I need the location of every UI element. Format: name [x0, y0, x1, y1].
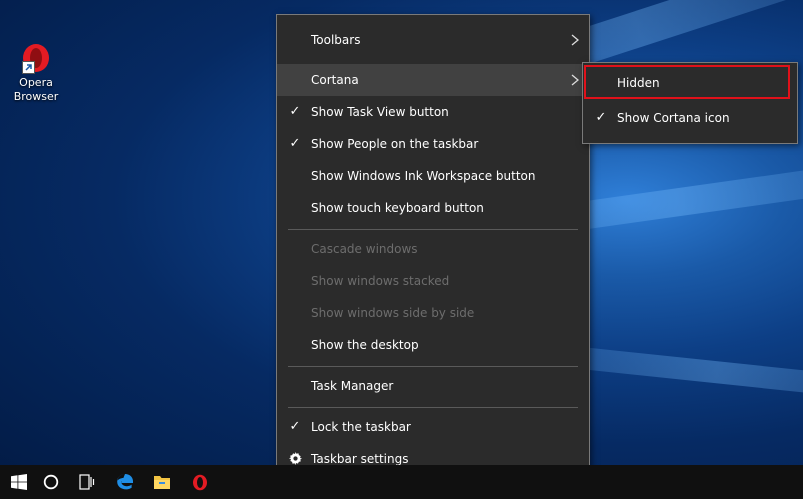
- highlight-box: [584, 65, 790, 99]
- checkmark-icon: ✓: [289, 419, 301, 434]
- file-explorer-icon[interactable]: [143, 465, 181, 499]
- menu-item-toolbars[interactable]: Toolbars: [277, 24, 589, 56]
- menu-item-label: Show windows side by side: [311, 306, 475, 320]
- menu-item-show-touch-keyboard[interactable]: Show touch keyboard button: [277, 192, 589, 224]
- menu-item-label: Show People on the taskbar: [311, 137, 479, 151]
- menu-separator: [288, 407, 578, 408]
- menu-item-label: Taskbar settings: [311, 452, 409, 466]
- menu-item-label: Show Windows Ink Workspace button: [311, 169, 536, 183]
- opera-icon: [20, 42, 52, 74]
- menu-item-label: Show Cortana icon: [617, 111, 730, 125]
- menu-item-label: Lock the taskbar: [311, 420, 411, 434]
- submenu-item-show-cortana-icon[interactable]: ✓ Show Cortana icon: [583, 102, 797, 134]
- menu-item-show-ink-workspace[interactable]: Show Windows Ink Workspace button: [277, 160, 589, 192]
- menu-item-show-task-view[interactable]: ✓ Show Task View button: [277, 96, 589, 128]
- menu-item-label: Toolbars: [311, 33, 361, 47]
- chevron-right-icon: [571, 24, 580, 56]
- taskbar[interactable]: [0, 465, 803, 499]
- menu-item-label: Cascade windows: [311, 242, 418, 256]
- chevron-right-icon: [571, 64, 580, 96]
- desktop-icon-label: Opera: [19, 76, 53, 89]
- menu-item-label: Show Task View button: [311, 105, 449, 119]
- menu-separator: [288, 229, 578, 230]
- taskbar-context-menu: Toolbars Cortana ✓ Show Task View button…: [276, 14, 590, 485]
- cortana-submenu: Hidden ✓ Show Cortana icon: [582, 62, 798, 144]
- menu-item-cascade-windows: Cascade windows: [277, 233, 589, 265]
- edge-browser-icon[interactable]: [106, 465, 144, 499]
- opera-browser-icon[interactable]: [181, 465, 219, 499]
- menu-item-lock-taskbar[interactable]: ✓ Lock the taskbar: [277, 411, 589, 443]
- shortcut-arrow-icon: [22, 61, 35, 74]
- menu-item-label: Show touch keyboard button: [311, 201, 484, 215]
- menu-separator: [288, 366, 578, 367]
- cortana-search-icon[interactable]: [32, 465, 70, 499]
- menu-item-windows-side-by-side: Show windows side by side: [277, 297, 589, 329]
- checkmark-icon: ✓: [289, 136, 301, 151]
- menu-item-label: Show the desktop: [311, 338, 419, 352]
- menu-item-show-people[interactable]: ✓ Show People on the taskbar: [277, 128, 589, 160]
- menu-item-show-desktop[interactable]: Show the desktop: [277, 329, 589, 361]
- desktop-icon-opera[interactable]: Opera Browser: [8, 42, 64, 104]
- menu-item-label: Cortana: [311, 73, 359, 87]
- menu-item-windows-stacked: Show windows stacked: [277, 265, 589, 297]
- checkmark-icon: ✓: [289, 104, 301, 119]
- menu-item-task-manager[interactable]: Task Manager: [277, 370, 589, 402]
- task-view-icon[interactable]: [68, 465, 106, 499]
- menu-item-label: Show windows stacked: [311, 274, 450, 288]
- menu-item-label: Task Manager: [311, 379, 394, 393]
- desktop-icon-label: Browser: [13, 90, 59, 103]
- menu-item-cortana[interactable]: Cortana: [277, 64, 589, 96]
- checkmark-icon: ✓: [595, 110, 607, 125]
